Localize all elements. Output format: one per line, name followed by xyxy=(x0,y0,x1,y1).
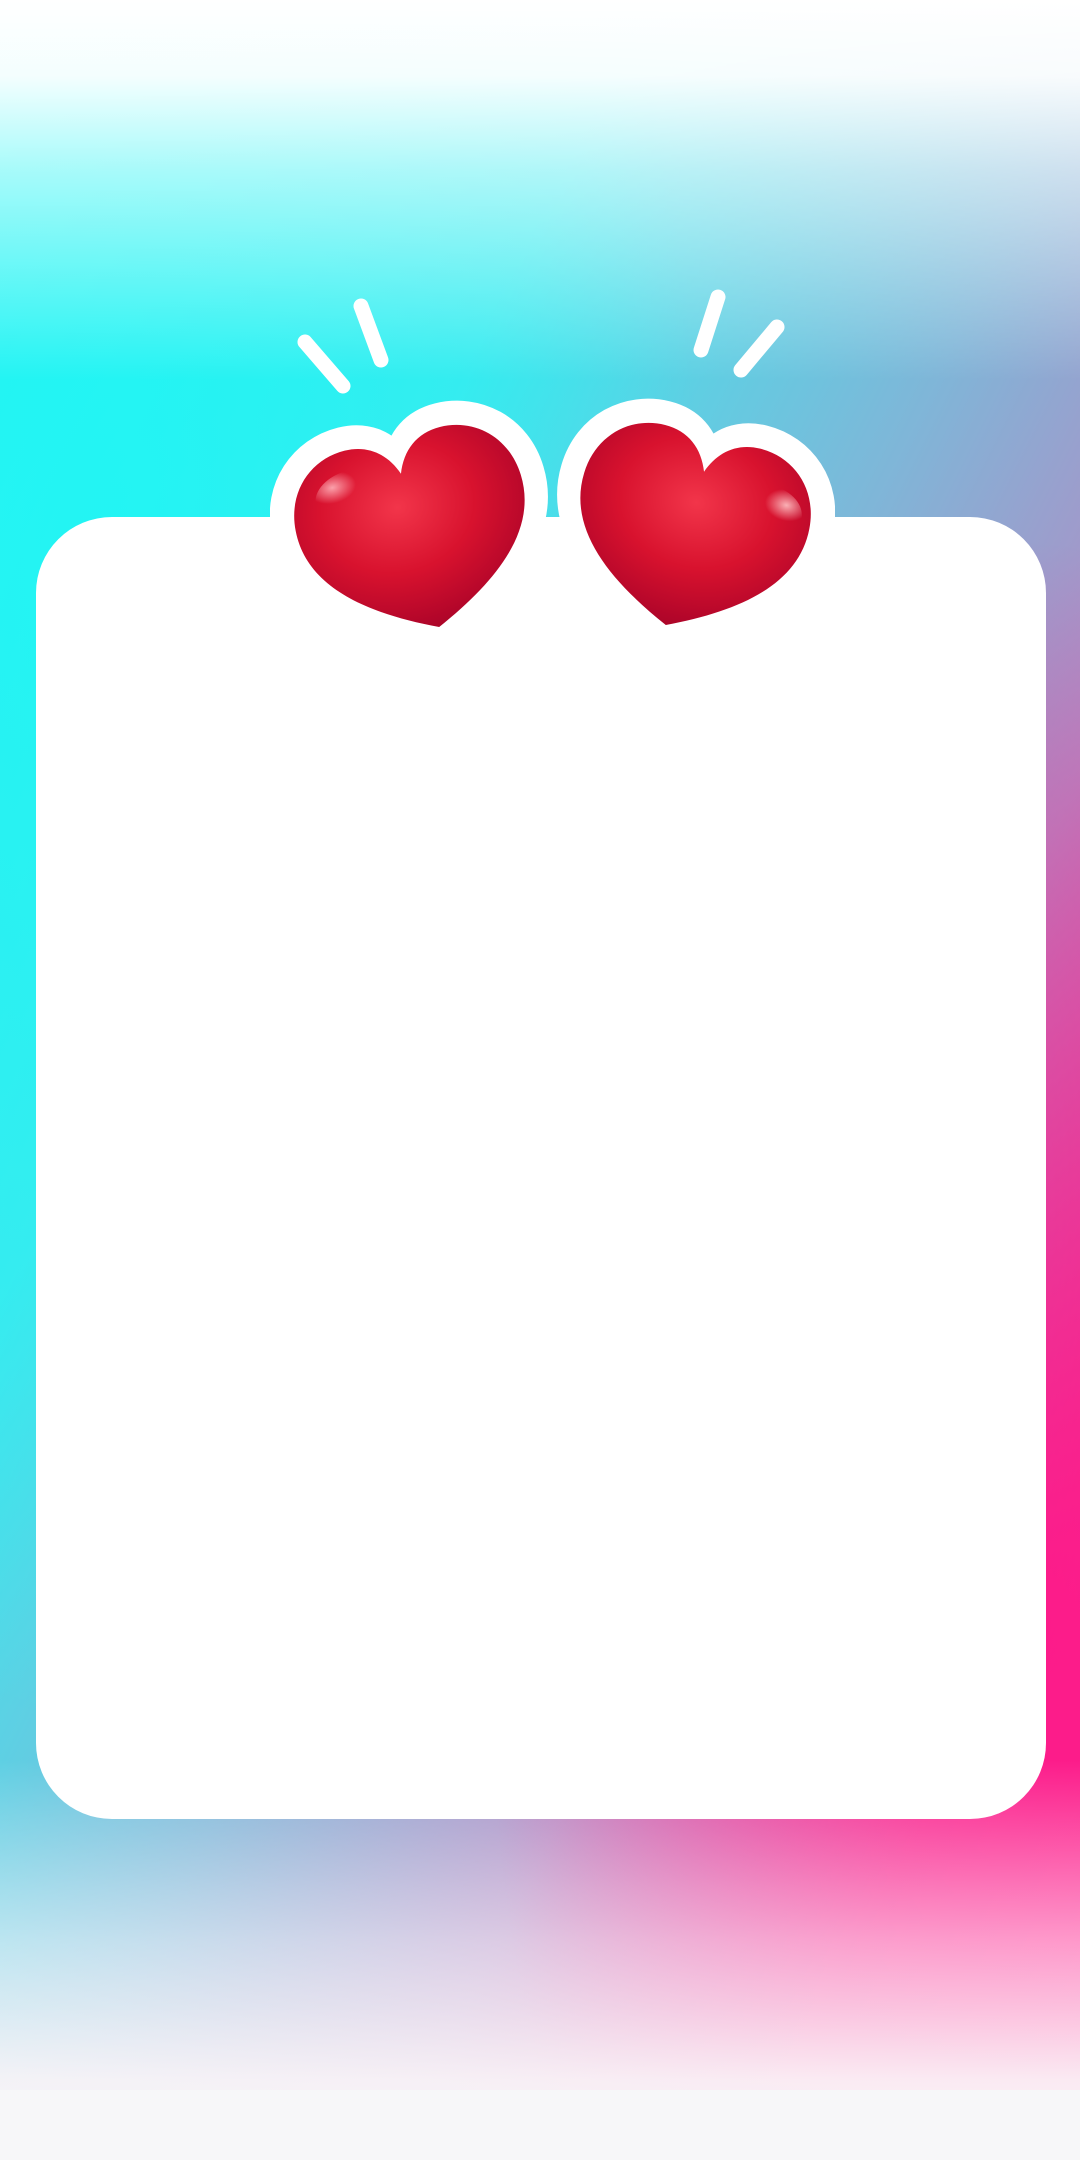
heart-icon xyxy=(557,398,835,646)
sparkle-lines-icon xyxy=(693,289,785,378)
heart-icon xyxy=(270,400,548,648)
bottom-strip xyxy=(0,2090,1080,2160)
photo-card xyxy=(36,517,1046,1819)
photo-frame-canvas xyxy=(0,0,1080,2160)
sparkle-lines-icon xyxy=(297,298,389,394)
